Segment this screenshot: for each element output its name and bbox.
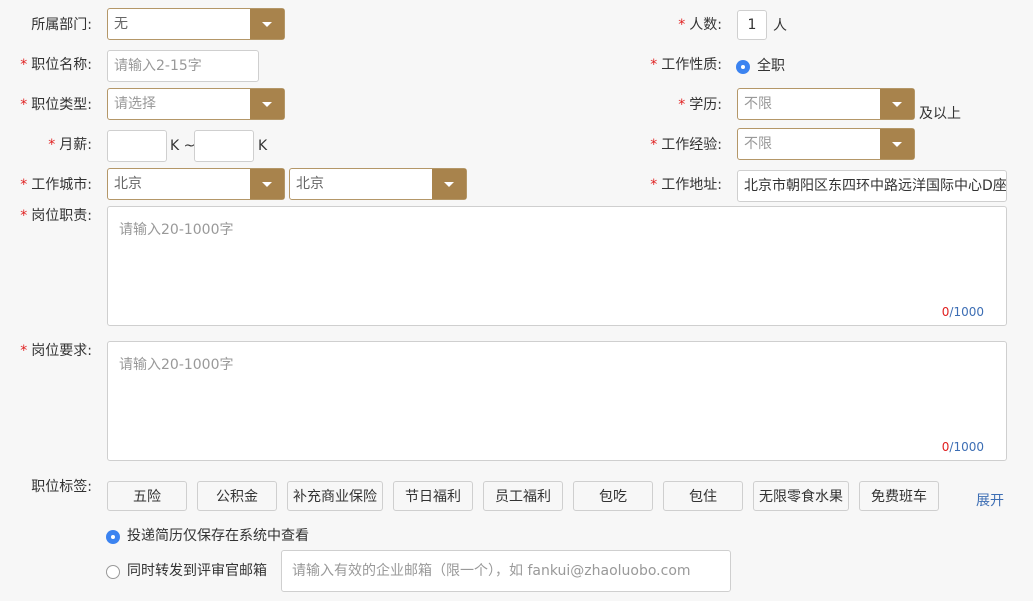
salary-min-input[interactable] <box>107 130 167 162</box>
chevron-down-icon[interactable] <box>250 9 284 39</box>
salary-min-unit: K ~ <box>170 138 196 154</box>
requirements-placeholder: 请输入20-1000字 <box>119 357 234 373</box>
salary-label: * 月薪: <box>48 137 92 153</box>
delivery-option-email-label: 同时转发到评审官邮箱 <box>127 563 267 579</box>
chevron-down-icon[interactable] <box>880 129 914 159</box>
department-value: 无 <box>114 16 128 32</box>
address-label: * 工作地址: <box>650 177 722 193</box>
tag-button[interactable]: 节日福利 <box>393 481 473 511</box>
delivery-radio-system[interactable] <box>106 530 120 544</box>
chevron-down-icon[interactable] <box>432 169 466 199</box>
tag-button[interactable]: 五险 <box>107 481 187 511</box>
education-select[interactable]: 不限 <box>737 88 915 120</box>
position-type-placeholder: 请选择 <box>114 96 156 112</box>
tag-button[interactable]: 补充商业保险 <box>287 481 383 511</box>
education-label: * 学历: <box>678 97 722 113</box>
job-nature-label: * 工作性质: <box>650 57 722 73</box>
duties-label: * 岗位职责: <box>20 208 92 224</box>
tag-button[interactable]: 包住 <box>663 481 743 511</box>
position-type-select[interactable]: 请选择 <box>107 88 285 120</box>
experience-value: 不限 <box>744 136 772 152</box>
education-suffix: 及以上 <box>919 106 961 122</box>
tag-button[interactable]: 员工福利 <box>483 481 563 511</box>
province-select[interactable]: 北京 <box>107 168 285 200</box>
province-value: 北京 <box>114 176 142 192</box>
position-name-input[interactable]: 请输入2-15字 <box>107 50 259 82</box>
tags-label: 职位标签: <box>31 479 92 495</box>
city-select[interactable]: 北京 <box>289 168 467 200</box>
chevron-down-icon[interactable] <box>250 169 284 199</box>
delivery-radio-email[interactable] <box>106 565 120 579</box>
tag-button[interactable]: 无限零食水果 <box>753 481 849 511</box>
position-type-label: * 职位类型: <box>20 97 92 113</box>
requirements-label: * 岗位要求: <box>20 343 92 359</box>
chevron-down-icon[interactable] <box>250 89 284 119</box>
experience-select[interactable]: 不限 <box>737 128 915 160</box>
address-input[interactable]: 北京市朝阳区东四环中路远洋国际中心D座 <box>737 170 1007 202</box>
tag-button[interactable]: 包吃 <box>573 481 653 511</box>
department-select[interactable]: 无 <box>107 8 285 40</box>
tags-expand-link[interactable]: 展开 <box>976 491 1004 511</box>
duties-textarea[interactable]: 请输入20-1000字 0/1000 <box>107 206 1007 326</box>
headcount-input[interactable]: 1 <box>737 10 767 40</box>
reviewer-email-input[interactable]: 请输入有效的企业邮箱（限一个），如 fankui@zhaoluobo.com <box>281 550 731 592</box>
chevron-down-icon[interactable] <box>880 89 914 119</box>
job-nature-option-label: 全职 <box>757 58 785 74</box>
education-value: 不限 <box>744 96 772 112</box>
job-nature-radio-fulltime[interactable] <box>736 60 750 74</box>
duties-char-counter: 0/1000 <box>941 305 984 319</box>
city-label: * 工作城市: <box>20 177 92 193</box>
requirements-char-counter: 0/1000 <box>941 440 984 454</box>
requirements-textarea[interactable]: 请输入20-1000字 0/1000 <box>107 341 1007 461</box>
city-value: 北京 <box>296 176 324 192</box>
headcount-label: * 人数: <box>678 17 722 33</box>
tag-button[interactable]: 公积金 <box>197 481 277 511</box>
headcount-unit: 人 <box>773 18 787 34</box>
department-label: 所属部门: <box>31 17 92 33</box>
delivery-option-system-label: 投递简历仅保存在系统中查看 <box>127 528 309 544</box>
salary-max-unit: K <box>258 138 268 154</box>
tag-button[interactable]: 免费班车 <box>859 481 939 511</box>
duties-placeholder: 请输入20-1000字 <box>119 222 234 238</box>
experience-label: * 工作经验: <box>650 137 722 153</box>
position-name-label: * 职位名称: <box>20 57 92 73</box>
salary-max-input[interactable] <box>194 130 254 162</box>
